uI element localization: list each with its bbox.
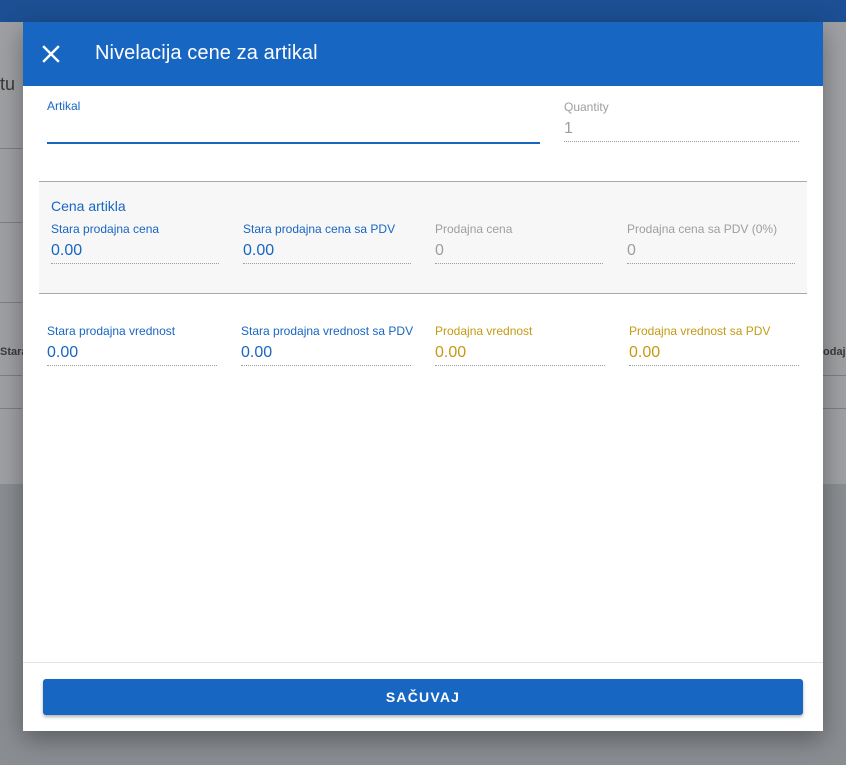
background-title-fragment: tu: [0, 74, 16, 94]
artikal-input[interactable]: [47, 114, 540, 144]
old-sale-price-field[interactable]: Stara prodajna cena 0.00: [51, 222, 219, 264]
sale-price-vat-value: 0: [627, 242, 636, 259]
old-sale-price-value: 0.00: [51, 242, 83, 259]
old-sale-value-vat-field: Stara prodajna vrednost sa PDV 0.00: [241, 324, 414, 366]
field-underline: [627, 263, 795, 264]
background-divider: [0, 148, 22, 149]
dialog-header: Nivelacija cene za artikal: [23, 22, 823, 86]
field-underline: [629, 365, 799, 366]
sale-value-vat-label: Prodajna vrednost sa PDV: [629, 324, 771, 338]
sale-price-value: 0: [435, 242, 444, 259]
price-leveling-dialog: Nivelacija cene za artikal Artikal Quant…: [23, 22, 823, 731]
field-underline: [47, 365, 217, 366]
sale-value-vat-value: 0.00: [629, 344, 661, 361]
sale-price-label: Prodajna cena: [435, 222, 513, 236]
old-sale-value-field: Stara prodajna vrednost 0.00: [47, 324, 217, 366]
background-divider: [822, 408, 846, 409]
item-price-section: Cena artikla Stara prodajna cena 0.00 St…: [39, 181, 807, 294]
field-underline: [435, 365, 605, 366]
background-divider: [0, 302, 22, 303]
quantity-field: Quantity 1: [564, 100, 799, 142]
field-underline: [243, 263, 411, 264]
old-sale-price-vat-label: Stara prodajna cena sa PDV: [243, 222, 396, 236]
old-sale-price-label: Stara prodajna cena: [51, 222, 160, 236]
quantity-label: Quantity: [564, 100, 609, 114]
sale-value-field: Prodajna vrednost 0.00: [435, 324, 605, 366]
old-sale-price-vat-field[interactable]: Stara prodajna cena sa PDV 0.00: [243, 222, 411, 264]
artikal-field: Artikal: [47, 98, 540, 144]
field-underline: [241, 365, 411, 366]
old-sale-value-value: 0.00: [47, 344, 79, 361]
sale-price-vat-field: Prodajna cena sa PDV (0%) 0: [627, 222, 795, 264]
artikal-label: Artikal: [47, 99, 81, 113]
old-sale-value-vat-label: Stara prodajna vrednost sa PDV: [241, 324, 414, 338]
sale-value-value: 0.00: [435, 344, 467, 361]
background-divider: [0, 408, 22, 409]
sale-price-vat-label: Prodajna cena sa PDV (0%): [627, 222, 778, 236]
close-icon[interactable]: [39, 42, 63, 66]
sale-price-field: Prodajna cena 0: [435, 222, 603, 264]
sale-value-label: Prodajna vrednost: [435, 324, 533, 338]
footer-divider: [23, 662, 823, 663]
save-button[interactable]: SAČUVAJ: [43, 679, 803, 715]
field-underline: [435, 263, 603, 264]
dialog-title: Nivelacija cene za artikal: [95, 42, 318, 64]
section-title: Cena artikla: [51, 198, 126, 214]
app-top-bar: [0, 0, 846, 22]
old-sale-price-vat-value: 0.00: [243, 242, 275, 259]
background-column-header: odaj: [823, 346, 846, 358]
sale-value-vat-field: Prodajna vrednost sa PDV 0.00: [629, 324, 799, 366]
quantity-underline: [564, 141, 799, 142]
field-underline: [51, 263, 219, 264]
quantity-value: 1: [564, 120, 573, 137]
background-divider: [0, 375, 22, 376]
background-divider: [822, 375, 846, 376]
old-sale-value-label: Stara prodajna vrednost: [47, 324, 176, 338]
background-divider: [0, 222, 22, 223]
old-sale-value-vat-value: 0.00: [241, 344, 273, 361]
